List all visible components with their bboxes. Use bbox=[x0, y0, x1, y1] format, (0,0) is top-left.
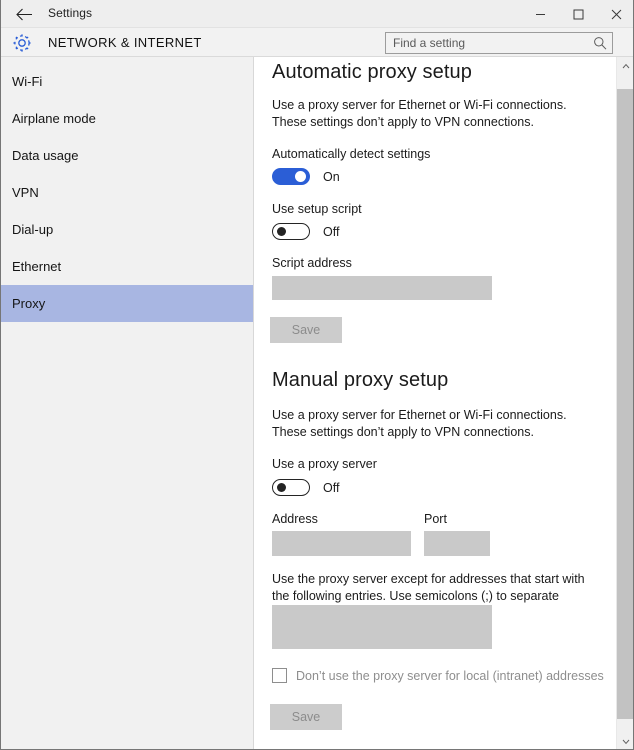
maximize-button[interactable] bbox=[559, 0, 597, 28]
toggle-knob bbox=[295, 171, 306, 182]
setup-script-toggle-row: Off bbox=[272, 223, 339, 240]
back-button[interactable] bbox=[9, 2, 39, 26]
script-address-input[interactable] bbox=[272, 276, 492, 300]
automatic-proxy-heading: Automatic proxy setup bbox=[272, 61, 472, 83]
use-proxy-state: Off bbox=[323, 480, 340, 495]
minimize-button[interactable] bbox=[521, 0, 559, 28]
sidebar-item-label: Dial-up bbox=[12, 222, 54, 237]
search-box[interactable] bbox=[385, 32, 613, 54]
content-scrollbar[interactable] bbox=[616, 57, 633, 749]
script-address-label: Script address bbox=[272, 256, 352, 270]
page-header: NETWORK & INTERNET bbox=[1, 28, 633, 57]
sidebar-item-label: Airplane mode bbox=[12, 111, 96, 126]
page-title: NETWORK & INTERNET bbox=[48, 35, 202, 50]
sidebar-item-label: Ethernet bbox=[12, 259, 62, 274]
gear-icon bbox=[11, 32, 33, 54]
close-button[interactable] bbox=[597, 0, 633, 28]
sidebar-item-ethernet[interactable]: Ethernet bbox=[1, 248, 253, 285]
scrollbar-thumb[interactable] bbox=[617, 89, 633, 719]
settings-window: Settings NETWORK & INTERNET Find a setti… bbox=[0, 0, 634, 750]
auto-detect-state: On bbox=[323, 169, 340, 184]
auto-detect-toggle-row: On bbox=[272, 168, 340, 185]
sidebar-item-label: Wi-Fi bbox=[12, 74, 43, 89]
auto-detect-label: Automatically detect settings bbox=[272, 147, 431, 161]
use-proxy-toggle[interactable] bbox=[272, 479, 310, 496]
settings-content: Automatic proxy setup Use a proxy server… bbox=[255, 57, 633, 749]
sidebar-item-wifi[interactable]: Wi-Fi bbox=[1, 63, 253, 100]
exceptions-input[interactable] bbox=[272, 605, 492, 649]
window-controls bbox=[521, 0, 633, 28]
sidebar-item-airplane-mode[interactable]: Airplane mode bbox=[1, 100, 253, 137]
sidebar-item-vpn[interactable]: VPN bbox=[1, 174, 253, 211]
setup-script-state: Off bbox=[323, 224, 340, 239]
search-icon[interactable] bbox=[593, 36, 607, 50]
automatic-proxy-description: Use a proxy server for Ethernet or Wi-Fi… bbox=[272, 98, 567, 129]
save-manual-button[interactable]: Save bbox=[270, 704, 342, 730]
sidebar-item-dial-up[interactable]: Dial-up bbox=[1, 211, 253, 248]
setup-script-label: Use setup script bbox=[272, 202, 362, 216]
auto-detect-toggle[interactable] bbox=[272, 168, 310, 185]
port-label: Port bbox=[424, 512, 447, 526]
use-proxy-label: Use a proxy server bbox=[272, 457, 377, 471]
use-proxy-toggle-row: Off bbox=[272, 479, 339, 496]
toggle-knob bbox=[277, 227, 286, 236]
search-input[interactable] bbox=[386, 33, 588, 53]
window-title: Settings bbox=[48, 6, 93, 20]
sidebar-item-data-usage[interactable]: Data usage bbox=[1, 137, 253, 174]
sidebar-nav: Wi-Fi Airplane mode Data usage VPN Dial-… bbox=[1, 57, 254, 749]
bypass-local-row[interactable]: Don’t use the proxy server for local (in… bbox=[272, 668, 604, 683]
manual-proxy-heading: Manual proxy setup bbox=[272, 369, 449, 391]
bypass-local-label: Don’t use the proxy server for local (in… bbox=[296, 668, 604, 683]
sidebar-item-label: Proxy bbox=[12, 296, 46, 311]
sidebar-item-proxy[interactable]: Proxy bbox=[1, 285, 253, 322]
port-input[interactable] bbox=[424, 531, 490, 556]
address-input[interactable] bbox=[272, 531, 411, 556]
setup-script-toggle[interactable] bbox=[272, 223, 310, 240]
scroll-up-button[interactable] bbox=[617, 57, 633, 74]
address-label: Address bbox=[272, 512, 318, 526]
sidebar-item-label: Data usage bbox=[12, 148, 79, 163]
scroll-down-button[interactable] bbox=[617, 733, 633, 749]
save-script-button[interactable]: Save bbox=[270, 317, 342, 343]
title-bar: Settings bbox=[1, 0, 633, 28]
bypass-local-checkbox[interactable] bbox=[272, 668, 287, 683]
toggle-knob bbox=[277, 483, 286, 492]
manual-proxy-description: Use a proxy server for Ethernet or Wi-Fi… bbox=[272, 408, 567, 439]
sidebar-item-label: VPN bbox=[12, 185, 39, 200]
